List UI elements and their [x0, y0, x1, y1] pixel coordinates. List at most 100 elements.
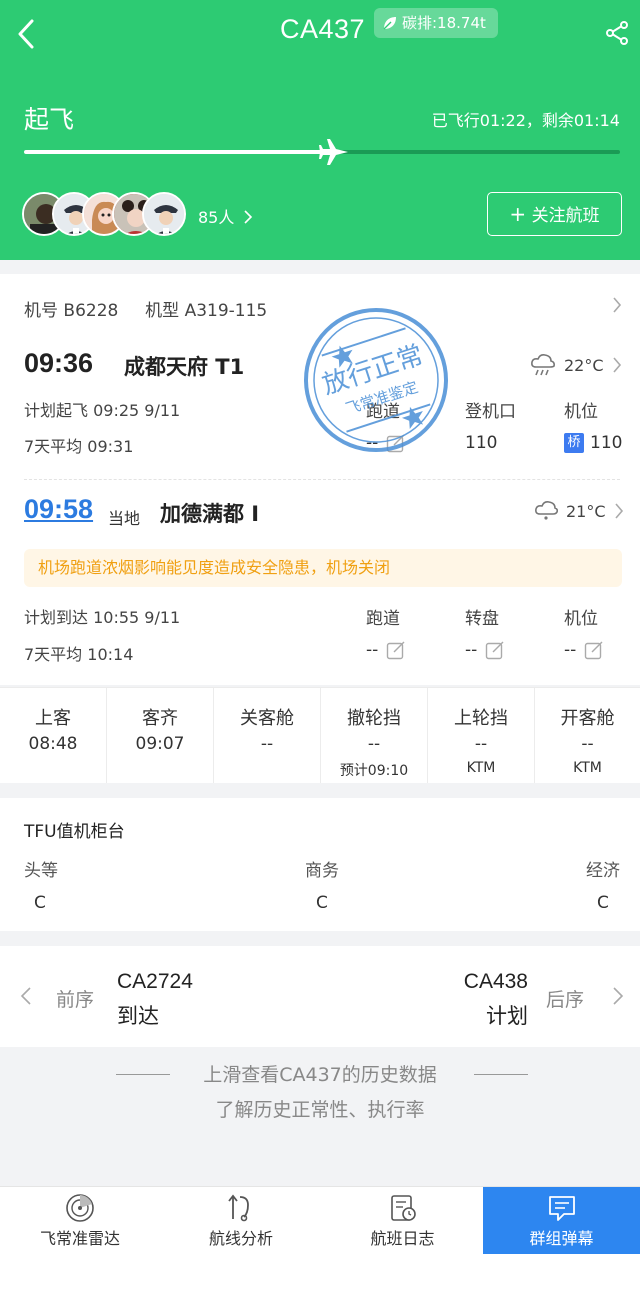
departure-airport[interactable]: 成都天府 T1: [124, 351, 244, 381]
nav-label: 航线分析: [208, 1229, 273, 1248]
bottom-nav: 飞常准雷达 航线分析 航班日志 群组弹幕: [0, 1186, 640, 1255]
arrival-airport[interactable]: 加德满都 I: [160, 498, 259, 528]
runway-label: 跑道: [366, 609, 400, 629]
business-class-counter: C: [316, 893, 328, 913]
cloud-rain-icon: [535, 501, 558, 520]
edit-icon[interactable]: [485, 640, 505, 660]
bridge-badge: 桥: [564, 433, 584, 453]
nav-label: 飞常准雷达: [39, 1229, 120, 1248]
departure-actual-time: 09:36: [24, 348, 94, 378]
first-class-label: 头等: [24, 861, 58, 881]
prev-flight-code: CA2724: [117, 970, 193, 993]
edit-icon[interactable]: [584, 640, 604, 660]
next-flight-code: CA438: [463, 970, 528, 993]
follow-flight-button[interactable]: + 关注航班: [487, 192, 622, 236]
arrival-carousel[interactable]: --: [465, 640, 505, 660]
on-time-stamp: 放行正常 飞常准鉴定: [304, 308, 448, 452]
first-class-counter: C: [34, 893, 46, 913]
nav-group-chat[interactable]: 群组弹幕: [483, 1187, 640, 1255]
nav-radar[interactable]: 飞常准雷达: [0, 1187, 160, 1255]
avg-value: 09:31: [87, 437, 134, 456]
chevron-right-icon: [612, 357, 621, 373]
avg-arrival: 7天平均 10:14: [24, 641, 133, 665]
chevron-right-icon: [614, 503, 623, 519]
chat-icon: [548, 1196, 575, 1221]
avg-value: 10:14: [87, 645, 134, 664]
divider: [24, 479, 620, 480]
event-sub: 预计09:10: [339, 763, 409, 779]
next-flight[interactable]: CA438 计划 后序: [340, 946, 640, 1047]
chevron-left-icon: [20, 987, 31, 1005]
stand-label: 机位: [564, 609, 598, 629]
event-value: --: [367, 734, 381, 754]
type-value: A319-115: [184, 301, 268, 321]
airport-alert-banner[interactable]: 机场跑道浓烟影响能见度造成安全隐患，机场关闭: [24, 549, 622, 587]
prev-flight-status: 到达: [117, 1004, 159, 1028]
edit-icon[interactable]: [386, 640, 406, 660]
planned-departure: 计划起飞 09:25 9/11: [24, 397, 180, 421]
plan-value: 10:55 9/11: [93, 608, 181, 627]
next-flight-status: 计划: [486, 1004, 528, 1028]
rain-cloud-icon: [531, 354, 555, 376]
watcher-count[interactable]: 85人: [198, 204, 253, 228]
plus-icon: +: [509, 202, 527, 226]
event-value: 09:07: [135, 734, 185, 754]
avatar: [142, 192, 186, 236]
chevron-right-icon: [244, 210, 253, 224]
previous-flight[interactable]: 前序 CA2724 到达: [0, 946, 300, 1047]
progress-fill: [24, 150, 334, 154]
event-value: 08:48: [28, 734, 78, 754]
share-icon[interactable]: [604, 20, 630, 46]
event-value: --: [474, 734, 488, 754]
arrival-estimated-time[interactable]: 09:58: [24, 494, 93, 525]
leaf-icon: [383, 17, 396, 30]
runway-value: --: [366, 640, 379, 660]
carousel-label: 转盘: [465, 609, 499, 629]
history-hint: 上滑查看CA437的历史数据: [203, 1064, 437, 1086]
follow-label: 关注航班: [531, 206, 600, 226]
departure-gate: 110: [465, 433, 497, 453]
gate-label: 登机口: [465, 402, 516, 422]
back-icon[interactable]: [12, 16, 42, 52]
departure-stand: 桥 110: [564, 433, 622, 453]
event-label: 关客舱: [240, 708, 294, 729]
gate-value: 110: [465, 433, 498, 453]
departure-weather[interactable]: 22°C: [530, 353, 622, 377]
watcher-count-text: 85人: [198, 208, 235, 227]
carbon-badge[interactable]: 碳排:18.74t: [374, 8, 498, 38]
reg-value: B6228: [63, 301, 119, 321]
event-boarding-complete: 客齐 09:07: [107, 688, 214, 783]
carbon-text: 碳排:18.74t: [402, 14, 486, 32]
type-label: 机型: [145, 301, 180, 321]
event-sub: KTM: [466, 760, 496, 776]
arrival-stand[interactable]: --: [564, 640, 604, 660]
event-value: --: [260, 734, 274, 754]
departure-temp: 22°C: [564, 355, 604, 375]
arrival-weather[interactable]: 21°C: [534, 500, 624, 522]
prev-label: 前序: [56, 989, 95, 1011]
plan-label: 计划到达: [24, 608, 89, 627]
flight-phase: 起飞: [24, 105, 75, 134]
chevron-right-icon[interactable]: [612, 297, 622, 313]
event-chocks-off: 撤轮挡 -- 预计09:10: [321, 688, 428, 783]
aircraft-info[interactable]: 机号 B6228 机型 A319-115: [24, 296, 267, 321]
checkin-title: TFU值机柜台: [24, 822, 125, 842]
economy-class-label: 经济: [586, 861, 620, 881]
event-label: 开客舱: [560, 708, 615, 729]
event-chocks-on: 上轮挡 -- KTM: [428, 688, 535, 783]
stand-label: 机位: [564, 402, 598, 422]
nav-route-analysis[interactable]: 航线分析: [160, 1187, 322, 1255]
log-icon: [390, 1195, 416, 1221]
event-label: 上客: [35, 708, 71, 729]
plan-label: 计划起飞: [24, 401, 89, 420]
arrival-temp: 21°C: [566, 501, 606, 521]
event-sub: KTM: [573, 760, 602, 776]
event-label: 客齐: [142, 708, 178, 729]
arrival-runway[interactable]: --: [366, 640, 406, 660]
event-door-closed: 关客舱 --: [214, 688, 321, 783]
nav-label: 航班日志: [370, 1229, 435, 1248]
event-label: 撤轮挡: [347, 708, 401, 729]
avg-label: 7天平均: [24, 645, 83, 664]
nav-flight-log[interactable]: 航班日志: [322, 1187, 483, 1255]
radar-icon: [66, 1194, 94, 1222]
